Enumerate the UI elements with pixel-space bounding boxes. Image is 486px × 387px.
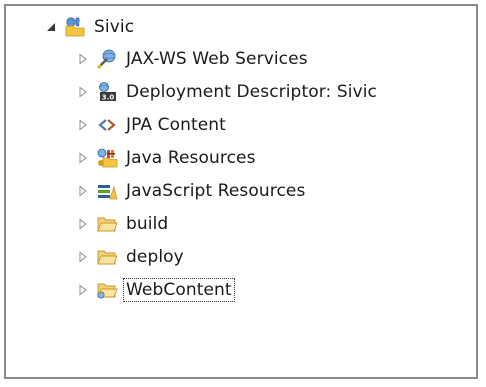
tree-node-sivic[interactable]: Sivic xyxy=(44,12,136,42)
project-tree: Sivic JAX-WS Web Services 3.0 Deployment… xyxy=(6,6,476,377)
tree-node-jpa-content[interactable]: JPA Content xyxy=(76,110,228,140)
svg-text:3.0: 3.0 xyxy=(102,94,115,102)
tree-node-java-resources[interactable]: Java Resources xyxy=(76,143,258,173)
folder-icon xyxy=(96,246,118,268)
collapsed-arrow-icon[interactable] xyxy=(76,283,90,297)
tree-node-build[interactable]: build xyxy=(76,209,170,239)
tree-node-label: deploy xyxy=(126,247,184,267)
folder-icon xyxy=(96,213,118,235)
jpa-content-icon xyxy=(96,114,118,136)
tree-node-label: Sivic xyxy=(94,17,135,37)
project-explorer-panel: Sivic JAX-WS Web Services 3.0 Deployment… xyxy=(4,4,478,379)
collapsed-arrow-icon[interactable] xyxy=(76,85,90,99)
collapsed-arrow-icon[interactable] xyxy=(76,184,90,198)
tree-node-deployment-descriptor[interactable]: 3.0 Deployment Descriptor: Sivic xyxy=(76,77,379,107)
tree-node-javascript-resources[interactable]: JavaScript Resources xyxy=(76,176,307,206)
collapsed-arrow-icon[interactable] xyxy=(76,118,90,132)
tree-node-label: JPA Content xyxy=(126,115,226,135)
tree-node-label: JavaScript Resources xyxy=(126,181,306,201)
expanded-arrow-icon[interactable] xyxy=(44,20,58,34)
web-content-folder-icon xyxy=(96,279,118,301)
tree-node-label: Deployment Descriptor: Sivic xyxy=(126,82,377,102)
javascript-resources-icon xyxy=(96,180,118,202)
jaxws-services-icon xyxy=(96,48,118,70)
tree-node-jaxws-web-services[interactable]: JAX-WS Web Services xyxy=(76,44,310,74)
tree-node-webcontent[interactable]: WebContent xyxy=(76,275,235,305)
java-resources-icon xyxy=(96,147,118,169)
collapsed-arrow-icon[interactable] xyxy=(76,250,90,264)
web-project-icon xyxy=(64,16,86,38)
deployment-descriptor-icon: 3.0 xyxy=(96,81,118,103)
tree-node-label: WebContent xyxy=(123,278,235,302)
collapsed-arrow-icon[interactable] xyxy=(76,151,90,165)
collapsed-arrow-icon[interactable] xyxy=(76,52,90,66)
tree-node-label: build xyxy=(126,214,169,234)
tree-node-label: JAX-WS Web Services xyxy=(126,49,308,69)
tree-node-deploy[interactable]: deploy xyxy=(76,242,186,272)
collapsed-arrow-icon[interactable] xyxy=(76,217,90,231)
tree-node-label: Java Resources xyxy=(126,148,256,168)
